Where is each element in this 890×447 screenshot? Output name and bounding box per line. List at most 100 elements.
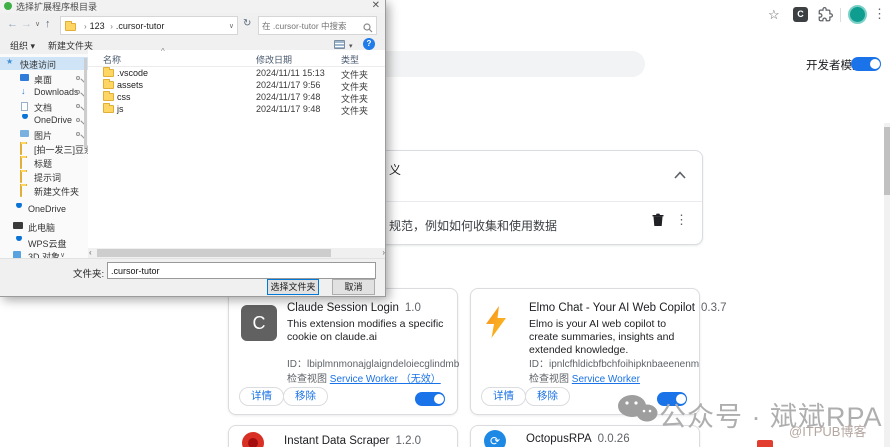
pin-icon — [76, 104, 80, 108]
file-row[interactable]: css 2024/11/17 9:48 文件夹 — [88, 91, 385, 104]
extension-card-claude: C Claude Session Login 1.0 This extension… — [228, 288, 460, 415]
bookmark-star-icon[interactable]: ☆ — [768, 7, 780, 23]
forward-icon[interactable]: → — [21, 18, 32, 30]
cancel-button[interactable]: 取消 — [332, 279, 375, 295]
inspect-views-line: 检查视图 Service Worker （无效） — [287, 374, 441, 385]
folder-picker-dialog: 选择扩展程序根目录 ✕ ← → ∨ ↑ › 123 › .cursor-tutor … — [0, 0, 386, 297]
extension-version: 1.0 — [404, 302, 421, 314]
sidebar-scroll-down-icon[interactable]: ∨ — [60, 251, 65, 258]
sidebar-item-pictures[interactable]: 图片 — [0, 128, 88, 141]
back-icon[interactable]: ← — [7, 18, 18, 30]
extension-description: This extension modifies a specific cooki… — [287, 318, 444, 343]
extension-title: Elmo Chat - Your AI Web Copilot 0.3.7 — [529, 302, 727, 314]
breadcrumb[interactable]: › 123 › .cursor-tutor ∨ — [60, 16, 238, 35]
sidebar-item-quick-access[interactable]: ★ 快速访问 — [0, 57, 88, 70]
quick-access-star-icon: ★ — [6, 57, 14, 66]
sidebar-item-downloads[interactable]: ↓ Downloads — [0, 86, 88, 99]
sidebar-item-folder[interactable]: 新建文件夹 — [0, 184, 88, 197]
wechat-icon — [617, 394, 659, 429]
column-header-date[interactable]: 修改日期 — [256, 53, 292, 66]
extension-card-instant-data-scraper: Instant Data Scraper 1.2.0 — [228, 425, 458, 447]
dialog-footer: 文件夹: 选择文件夹 取消 — [0, 258, 385, 296]
sort-caret-icon: ^ — [161, 47, 165, 56]
file-row[interactable]: assets 2024/11/17 9:56 文件夹 — [88, 79, 385, 92]
folder-name-field[interactable] — [107, 262, 376, 279]
extension-toggle[interactable] — [415, 392, 445, 406]
remove-button[interactable]: 移除 — [525, 387, 570, 406]
select-folder-button[interactable]: 选择文件夹 — [267, 279, 319, 295]
folder-icon — [65, 21, 76, 31]
pin-icon — [76, 90, 80, 94]
scroll-right-icon[interactable]: › — [382, 248, 385, 257]
sidebar-scrollbar-thumb[interactable] — [84, 58, 87, 148]
sidebar-item-desktop[interactable]: 桌面 — [0, 72, 88, 85]
file-row[interactable]: js 2024/11/17 9:48 文件夹 — [88, 103, 385, 116]
extensions-puzzle-icon[interactable] — [818, 7, 833, 27]
search-input[interactable] — [262, 18, 362, 33]
folder-name-input[interactable] — [111, 264, 371, 277]
folder-icon — [20, 157, 22, 169]
warning-text-bottom: 规范，例如如何收集和使用数据 — [389, 219, 558, 233]
remove-button[interactable]: 移除 — [283, 387, 328, 406]
dialog-navbar: ← → ∨ ↑ › 123 › .cursor-tutor ∨ ↻ — [0, 13, 385, 39]
service-worker-link[interactable]: Service Worker — [330, 374, 398, 385]
history-dropdown-icon[interactable]: ∨ — [35, 20, 40, 28]
collapse-chevron-icon[interactable] — [674, 166, 686, 184]
search-field[interactable] — [258, 16, 377, 35]
organize-button[interactable]: 组织 ▾ — [10, 39, 35, 52]
help-icon[interactable]: ? — [363, 38, 375, 50]
3d-objects-icon — [13, 251, 21, 258]
up-icon[interactable]: ↑ — [45, 18, 51, 30]
instant-data-scraper-icon — [242, 432, 264, 447]
close-icon[interactable]: ✕ — [372, 0, 380, 11]
sidebar-item-onedrive[interactable]: OneDrive — [0, 114, 88, 127]
dialog-title: 选择扩展程序根目录 — [16, 2, 98, 12]
screen: ☆ C ⋮ 开发者模式 义 规范，例如如何收集和使用数据 ⋮ C Claude … — [0, 0, 890, 447]
sidebar-group-wps-cloud[interactable]: WPS云盘 — [0, 236, 88, 249]
profile-avatar[interactable] — [848, 5, 867, 24]
pin-icon — [76, 132, 80, 136]
new-folder-button[interactable]: 新建文件夹 — [48, 39, 93, 52]
claude-extension-icon: C — [241, 305, 277, 341]
sidebar-item-folder[interactable]: [拍一发三]豆浆 — [0, 142, 88, 155]
folder-icon — [103, 79, 114, 89]
browser-toolbar: ☆ C ⋮ — [386, 0, 890, 30]
details-button[interactable]: 详情 — [481, 387, 526, 406]
view-mode-icon[interactable] — [334, 40, 345, 49]
view-dropdown-icon[interactable]: ▾ — [349, 42, 353, 50]
horizontal-scrollbar[interactable]: ‹ › — [88, 248, 385, 258]
folder-icon — [103, 103, 114, 113]
column-header-name[interactable]: 名称 — [103, 53, 121, 66]
sidebar-item-3d-objects[interactable]: 3D 对象 ∨ — [0, 249, 88, 258]
refresh-icon[interactable]: ↻ — [243, 18, 251, 29]
scroll-left-icon[interactable]: ‹ — [89, 248, 92, 257]
developer-mode-toggle[interactable] — [851, 57, 881, 71]
sidebar-group-onedrive[interactable]: OneDrive — [0, 203, 88, 216]
extension-id: ID：lbiplmnmonajglaigndeloiecglindmb — [287, 359, 460, 370]
sidebar-item-folder[interactable]: 标题 — [0, 156, 88, 169]
breadcrumb-current[interactable]: .cursor-tutor — [116, 21, 165, 31]
service-worker-link[interactable]: Service Worker — [572, 374, 640, 385]
trash-icon[interactable] — [652, 213, 664, 232]
octopusrpa-icon: ⟳ — [484, 430, 506, 447]
inactive-link[interactable]: （无效） — [398, 374, 441, 385]
file-row[interactable]: .vscode 2024/11/11 15:13 文件夹 — [88, 67, 385, 80]
toggle-knob — [870, 59, 880, 69]
breadcrumb-root[interactable]: 123 — [90, 21, 105, 31]
toggle-knob — [434, 394, 444, 404]
partial-logo — [757, 440, 773, 447]
dialog-sidebar: ★ 快速访问 桌面 ↓ Downloads 文档 OneDrive 图片 [拍一… — [0, 54, 88, 258]
horizontal-scrollbar-thumb[interactable] — [97, 249, 331, 257]
browser-menu-icon[interactable]: ⋮ — [873, 6, 886, 22]
folder-name-label: 文件夹: — [73, 269, 105, 280]
breadcrumb-path: › 123 › .cursor-tutor — [84, 21, 165, 31]
sidebar-group-this-pc[interactable]: 此电脑 — [0, 220, 88, 233]
sidebar-item-folder[interactable]: 提示词 — [0, 170, 88, 183]
card-menu-icon[interactable]: ⋮ — [675, 212, 688, 228]
address-dropdown-icon[interactable]: ∨ — [229, 22, 234, 30]
column-header-type[interactable]: 类型 — [341, 53, 359, 66]
page-scrollbar-thumb[interactable] — [884, 127, 890, 195]
sidebar-item-documents[interactable]: 文档 — [0, 100, 88, 113]
details-button[interactable]: 详情 — [239, 387, 284, 406]
pinned-extension-icon[interactable]: C — [793, 7, 808, 22]
